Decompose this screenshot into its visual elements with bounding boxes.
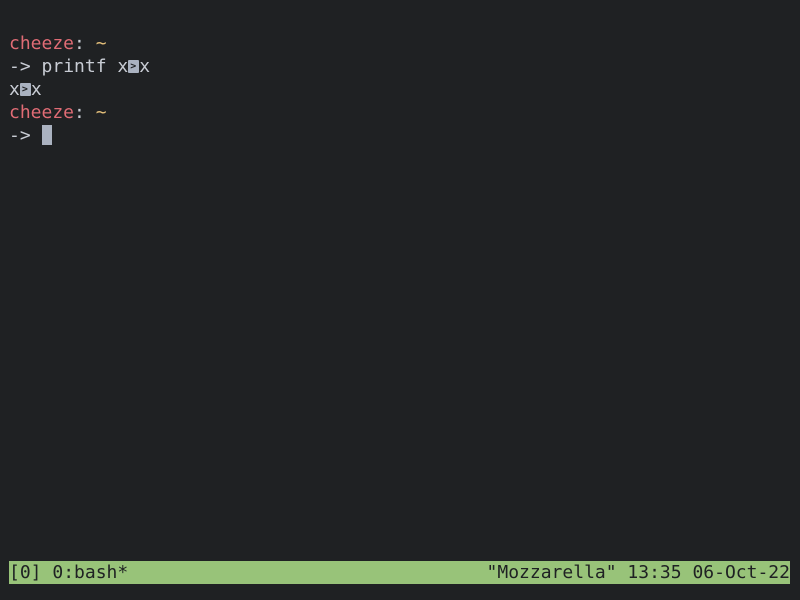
command-name: printf — [41, 56, 107, 77]
status-left: [0] 0:bash* — [9, 561, 128, 584]
output-before: x — [9, 79, 20, 100]
prompt-separator: : — [74, 102, 96, 123]
output-after: x — [30, 79, 42, 100]
prompt-separator: : — [74, 33, 96, 54]
clock-date: 06-Oct-22 — [692, 562, 790, 583]
command-arg-after: x — [139, 56, 151, 77]
escape-char-icon — [128, 55, 140, 78]
escape-char-icon — [19, 78, 31, 101]
prompt-arrow: -> — [9, 56, 31, 77]
window-tab-bash[interactable]: 0:bash* — [52, 562, 128, 583]
output-line: xx — [9, 78, 150, 101]
command-line: -> printf xx — [9, 55, 150, 78]
active-input-line[interactable]: -> — [9, 124, 150, 147]
prompt-path: ~ — [95, 102, 107, 123]
prompt-path: ~ — [95, 33, 107, 54]
prompt-user: cheeze — [9, 33, 75, 54]
clock-time: 13:35 — [627, 562, 682, 583]
terminal-window[interactable]: cheeze: ~ -> printf xx xx cheeze: ~ -> [… — [0, 0, 800, 600]
prompt-user: cheeze — [9, 102, 75, 123]
tmux-status-bar: [0] 0:bash* "Mozzarella" 13:35 06-Oct-22 — [9, 561, 790, 584]
command-arg-before: x — [117, 56, 129, 77]
terminal-output: cheeze: ~ -> printf xx xx cheeze: ~ -> — [9, 32, 150, 147]
session-index[interactable]: [0] — [9, 562, 42, 583]
text-cursor[interactable] — [41, 125, 52, 145]
host-name: "Mozzarella" — [486, 562, 617, 583]
prompt-line-1: cheeze: ~ — [9, 32, 150, 55]
prompt-line-2: cheeze: ~ — [9, 101, 150, 124]
status-right: "Mozzarella" 13:35 06-Oct-22 — [487, 561, 790, 584]
prompt-arrow: -> — [9, 125, 31, 146]
